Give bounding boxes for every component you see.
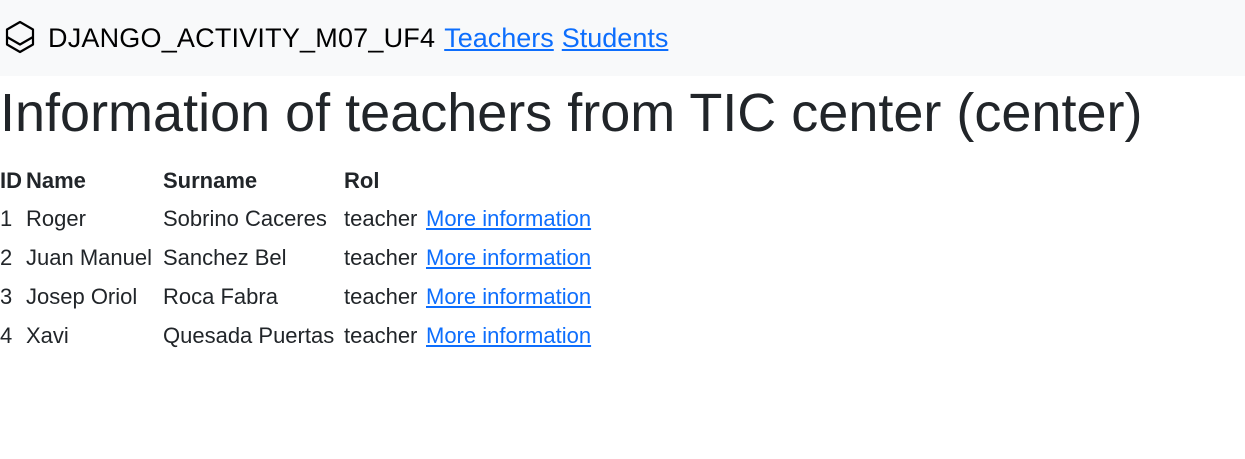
brand[interactable]: DJANGO_ACTIVITY_M07_UF4 — [0, 17, 444, 59]
nav-link-students[interactable]: Students — [562, 23, 669, 54]
cell-id: 2 — [0, 244, 13, 270]
navbar: DJANGO_ACTIVITY_M07_UF4 Teachers Student… — [0, 0, 1245, 76]
cell-name: Josep Oriol — [26, 283, 138, 309]
hexagon-logo-icon — [4, 18, 36, 58]
header-actions — [426, 163, 595, 199]
header-rol: Rol — [344, 168, 380, 194]
header-id: ID — [0, 168, 22, 194]
cell-rol: teacher — [344, 244, 418, 270]
table-row: 4 Xavi Quesada Puertas teacher More info… — [0, 316, 595, 355]
cell-name: Xavi — [26, 322, 69, 348]
cell-action: More information — [426, 238, 595, 277]
cell-surname: Roca Fabra — [163, 283, 278, 309]
table-header-row: ID Name Surname Rol — [0, 163, 595, 199]
more-information-link[interactable]: More information — [426, 284, 591, 309]
cell-rol: teacher — [344, 283, 418, 309]
cell-action: More information — [426, 277, 595, 316]
page-title: Information of teachers from TIC center … — [0, 83, 1143, 143]
teachers-table: ID Name Surname Rol 1 Roger Sobrino Cace… — [0, 163, 595, 355]
more-information-link[interactable]: More information — [426, 206, 591, 231]
cell-action: More information — [426, 316, 595, 355]
cell-rol: teacher — [344, 322, 418, 348]
cell-id: 4 — [0, 322, 13, 348]
cell-surname: Sanchez Bel — [163, 244, 287, 270]
cell-surname: Sobrino Caceres — [163, 205, 327, 231]
more-information-link[interactable]: More information — [426, 245, 591, 270]
table-row: 1 Roger Sobrino Caceres teacher More inf… — [0, 199, 595, 238]
cell-surname: Quesada Puertas — [163, 322, 335, 348]
more-information-link[interactable]: More information — [426, 323, 591, 348]
table-row: 3 Josep Oriol Roca Fabra teacher More in… — [0, 277, 595, 316]
table-row: 2 Juan Manuel Sanchez Bel teacher More i… — [0, 238, 595, 277]
cell-id: 1 — [0, 205, 13, 231]
cell-rol: teacher — [344, 205, 418, 231]
cell-name: Roger — [26, 205, 86, 231]
brand-title[interactable]: DJANGO_ACTIVITY_M07_UF4 — [48, 23, 435, 54]
header-name: Name — [26, 168, 86, 194]
cell-id: 3 — [0, 283, 13, 309]
header-surname: Surname — [163, 168, 258, 194]
nav-link-teachers[interactable]: Teachers — [444, 23, 554, 54]
cell-action: More information — [426, 199, 595, 238]
cell-name: Juan Manuel — [26, 244, 152, 270]
